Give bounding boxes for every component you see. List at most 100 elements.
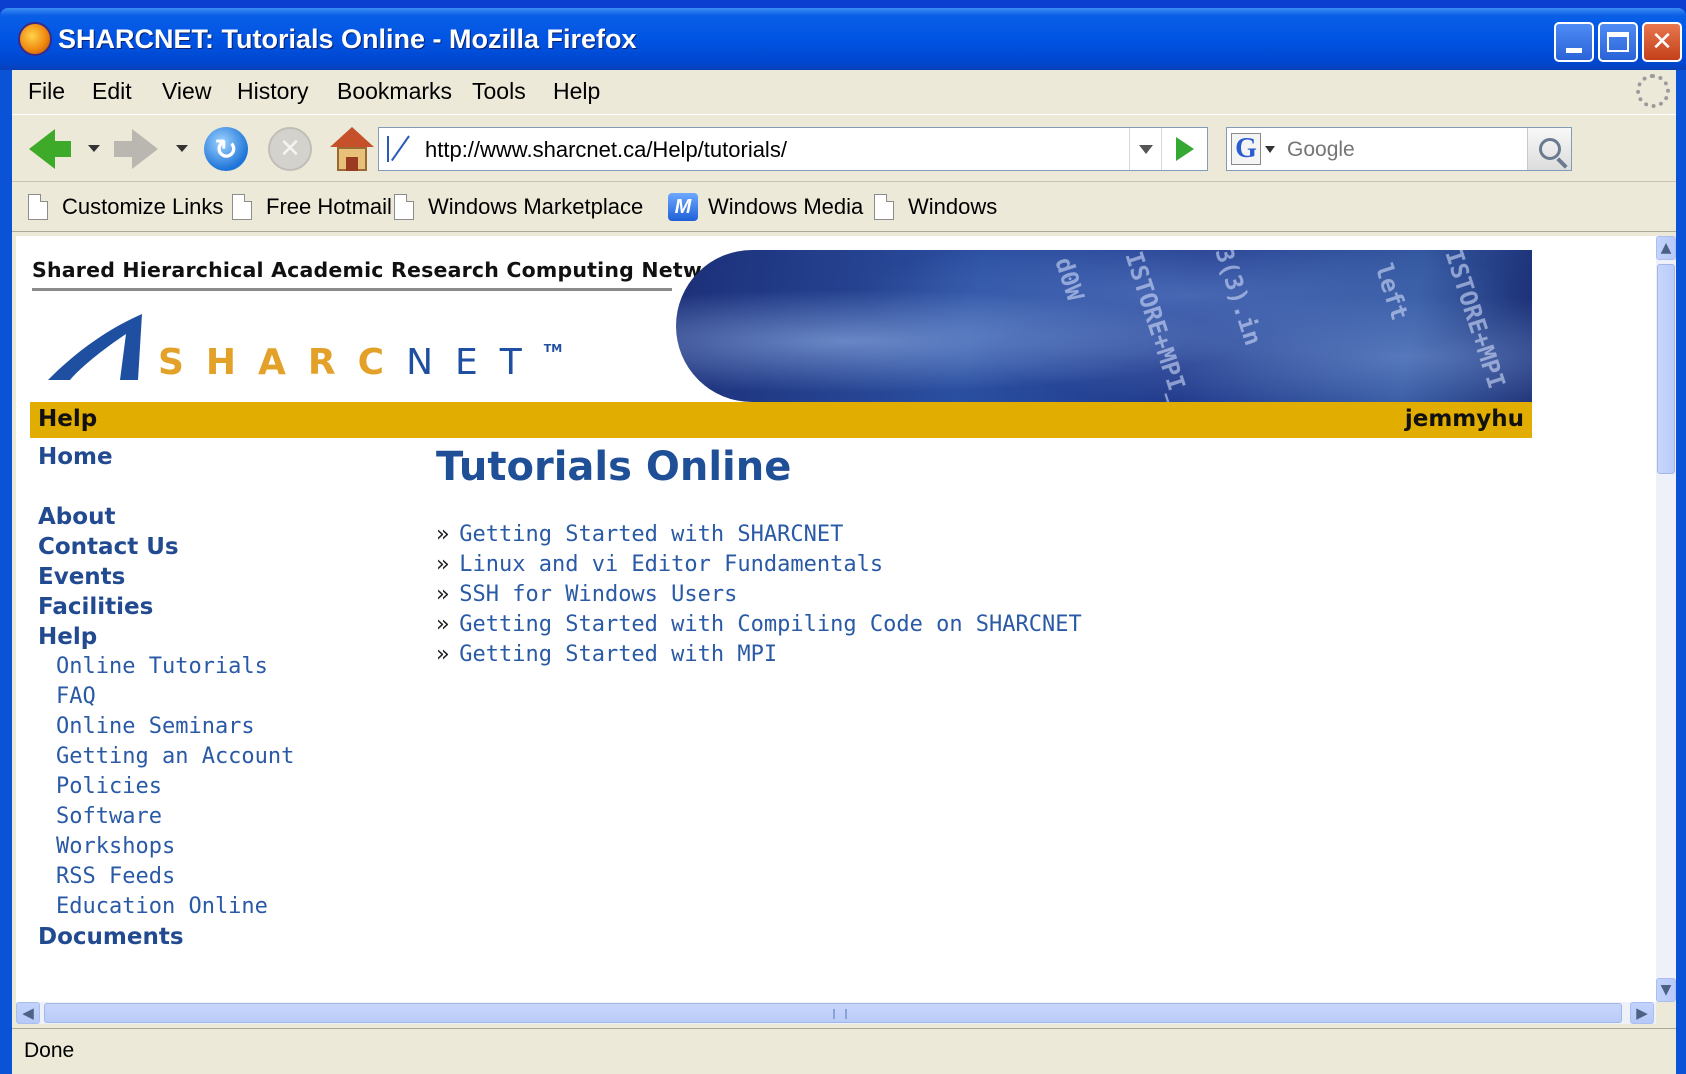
page-icon (232, 194, 252, 220)
maximize-button[interactable] (1598, 22, 1638, 62)
search-input[interactable] (1287, 135, 1517, 165)
menu-help[interactable]: Help (553, 78, 600, 105)
url-text[interactable]: http://www.sharcnet.ca/Help/tutorials/ (425, 137, 787, 163)
scroll-left-button[interactable]: ◀ (16, 1002, 40, 1024)
page-icon (28, 194, 48, 220)
tutorial-link[interactable]: Getting Started with Compiling Code on S… (459, 612, 1082, 637)
bookmark-windows-media[interactable]: M Windows Media (668, 192, 863, 222)
tutorial-link[interactable]: Getting Started with MPI (459, 642, 777, 667)
sidebar-item-home[interactable]: Home (38, 444, 113, 470)
sidebar-subitem-workshops[interactable]: Workshops (56, 834, 175, 859)
minimize-icon (1566, 47, 1582, 53)
header-banner-image: d0W ISTORE+MPI_I 3(3).in ISTORE+MPI left (676, 250, 1532, 402)
sharcnet-logo-swoosh-icon[interactable] (46, 312, 146, 382)
home-button[interactable] (328, 127, 376, 171)
sidebar-subitem-online-seminars[interactable]: Online Seminars (56, 714, 255, 739)
tutorial-item: » Getting Started with Compiling Code on … (436, 612, 1082, 637)
close-icon: ✕ (1651, 27, 1673, 57)
site-favicon-icon (387, 136, 413, 162)
bookmark-windows-marketplace[interactable]: Windows Marketplace (394, 192, 643, 222)
title-bar[interactable]: SHARCNET: Tutorials Online - Mozilla Fir… (0, 8, 1686, 70)
tutorial-link[interactable]: SSH for Windows Users (459, 582, 737, 607)
engine-dropdown-icon (1265, 145, 1275, 153)
tutorial-item: » Getting Started with MPI (436, 642, 777, 667)
section-bar: Help jemmyhu (30, 402, 1532, 438)
banner-text: d0W (1049, 254, 1090, 304)
bookmark-free-hotmail[interactable]: Free Hotmail (232, 192, 392, 222)
user-name[interactable]: jemmyhu (1405, 406, 1524, 432)
bookmark-label: Free Hotmail (266, 194, 392, 219)
window-frame-right (1676, 70, 1686, 1074)
window-frame-left (0, 70, 12, 1074)
page-icon (874, 194, 894, 220)
sidebar-subitem-online-tutorials[interactable]: Online Tutorials (56, 654, 268, 679)
menu-edit[interactable]: Edit (92, 78, 132, 105)
menu-history[interactable]: History (237, 78, 309, 105)
sidebar-subitem-rss-feeds[interactable]: RSS Feeds (56, 864, 175, 889)
window-title: SHARCNET: Tutorials Online - Mozilla Fir… (58, 24, 637, 54)
reload-icon: ↻ (204, 127, 248, 171)
menu-tools[interactable]: Tools (472, 78, 526, 105)
activity-throbber-icon (1636, 74, 1670, 108)
stop-icon: ✕ (268, 127, 312, 171)
go-button[interactable] (1161, 128, 1207, 170)
vertical-scrollbar[interactable]: ▲ ▼ (1656, 236, 1676, 1002)
forward-arrow-icon (132, 129, 158, 169)
page-title: Tutorials Online (436, 444, 792, 490)
bullet-glyph: » (436, 612, 450, 637)
bookmark-label: Windows Marketplace (428, 194, 644, 219)
bullet-glyph: » (436, 582, 450, 607)
scroll-up-button[interactable]: ▲ (1656, 236, 1676, 260)
sidebar-subitem-faq[interactable]: FAQ (56, 684, 96, 709)
sidebar-item-help[interactable]: Help (38, 624, 97, 650)
page-icon (394, 194, 414, 220)
reload-button[interactable]: ↻ (202, 127, 250, 171)
url-bar[interactable]: http://www.sharcnet.ca/Help/tutorials/ (378, 127, 1208, 171)
menu-bookmarks[interactable]: Bookmarks (337, 78, 452, 105)
minimize-button[interactable] (1554, 22, 1594, 62)
tutorial-link[interactable]: Getting Started with SHARCNET (459, 522, 843, 547)
vertical-scroll-thumb[interactable] (1657, 264, 1675, 474)
menu-bar: File Edit View History Bookmarks Tools H… (12, 70, 1676, 114)
scroll-down-button[interactable]: ▼ (1656, 978, 1676, 1002)
bookmark-customize-links[interactable]: Customize Links (28, 192, 223, 222)
sidebar-item-about[interactable]: About (38, 504, 115, 530)
stop-button[interactable]: ✕ (266, 127, 314, 171)
banner-text: 3(3).in (1209, 250, 1268, 349)
back-history-dropdown[interactable] (88, 145, 100, 152)
forward-button[interactable] (112, 127, 160, 171)
search-button[interactable] (1527, 128, 1571, 170)
go-arrow-icon (1175, 137, 1194, 161)
logo-trademark: TM (543, 342, 563, 355)
sidebar-item-documents[interactable]: Documents (38, 924, 184, 950)
magnifier-icon (1538, 138, 1561, 160)
scroll-right-button[interactable]: ▶ (1630, 1002, 1654, 1024)
sidebar-item-contact-us[interactable]: Contact Us (38, 534, 179, 560)
sidebar-subitem-education-online[interactable]: Education Online (56, 894, 268, 919)
menu-view[interactable]: View (162, 78, 211, 105)
sidebar-subitem-software[interactable]: Software (56, 804, 162, 829)
browser-window: SHARCNET: Tutorials Online - Mozilla Fir… (0, 0, 1686, 1074)
sidebar-item-facilities[interactable]: Facilities (38, 594, 153, 620)
tutorial-item: » SSH for Windows Users (436, 582, 737, 607)
menu-file[interactable]: File (28, 78, 65, 105)
scrollbar-corner (1656, 1002, 1676, 1024)
sidebar-item-events[interactable]: Events (38, 564, 125, 590)
url-history-dropdown[interactable] (1129, 128, 1161, 170)
logo-text-gold: SHARC (158, 342, 407, 383)
close-button[interactable]: ✕ (1642, 22, 1682, 62)
sidebar-subitem-policies[interactable]: Policies (56, 774, 162, 799)
bookmark-label: Windows (908, 194, 998, 219)
search-engine-selector[interactable]: G (1231, 132, 1281, 166)
tutorial-link[interactable]: Linux and vi Editor Fundamentals (459, 552, 883, 577)
bookmark-windows[interactable]: Windows (874, 192, 997, 222)
sidebar-subitem-getting-an-account[interactable]: Getting an Account (56, 744, 294, 769)
forward-history-dropdown[interactable] (176, 145, 188, 152)
page-viewport: Shared Hierarchical Academic Research Co… (16, 236, 1656, 1002)
horizontal-scroll-thumb[interactable] (44, 1003, 1622, 1023)
horizontal-scrollbar[interactable]: ◀ ▶ (16, 1002, 1656, 1024)
sharcnet-logo-wordmark[interactable]: SHARCNETTM (158, 342, 562, 383)
tutorial-item: » Linux and vi Editor Fundamentals (436, 552, 883, 577)
banner-text: left (1369, 260, 1414, 324)
back-button[interactable] (26, 127, 74, 171)
